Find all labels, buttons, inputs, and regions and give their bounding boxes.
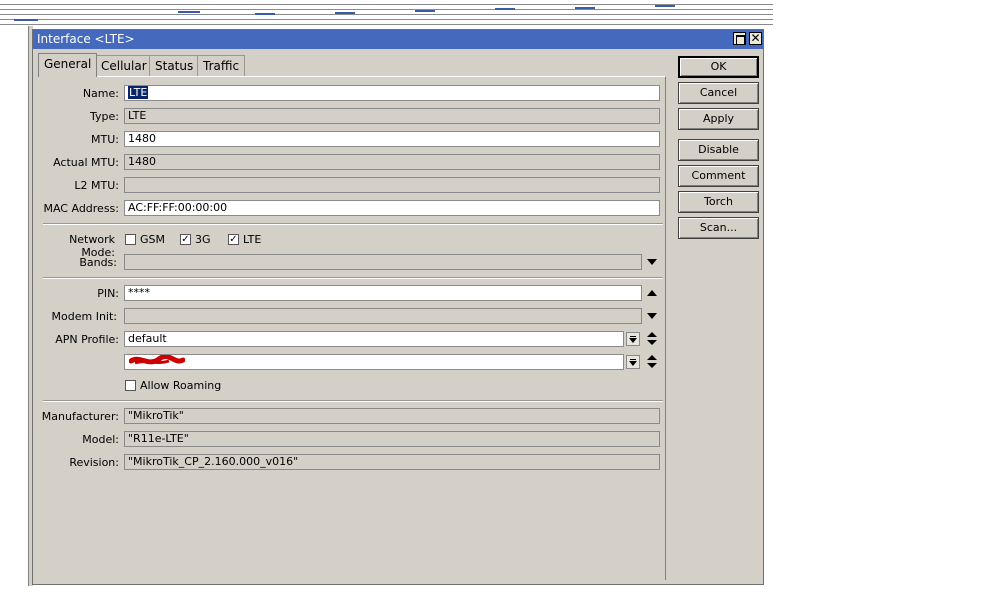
bands-expand-icon[interactable] (647, 259, 657, 265)
actual-mtu-label: Actual MTU: (53, 156, 119, 169)
redaction-scribble (129, 355, 185, 365)
mtu-input[interactable]: 1480 (124, 131, 660, 147)
manufacturer-field: "MikroTik" (124, 408, 660, 424)
torch-button[interactable]: Torch (678, 191, 759, 213)
tab-general[interactable]: General (38, 53, 98, 77)
separator (43, 400, 663, 402)
l2-mtu-label: L2 MTU: (74, 179, 119, 192)
lte-checkbox[interactable]: ✓ (228, 234, 239, 245)
allow-roaming-checkbox[interactable] (125, 380, 136, 391)
type-label: Type: (90, 110, 119, 123)
pin-label: PIN: (97, 287, 119, 300)
model-field: "R11e-LTE" (124, 431, 660, 447)
tab-status[interactable]: Status (149, 55, 200, 76)
mac-address-input[interactable]: AC:FF:FF:00:00:00 (124, 200, 660, 216)
cancel-button[interactable]: Cancel (678, 82, 759, 104)
comment-button[interactable]: Comment (678, 165, 759, 187)
general-tab-panel (38, 76, 666, 580)
disable-button[interactable]: Disable (678, 139, 759, 161)
type-field: LTE (124, 108, 660, 124)
pin-input[interactable]: **** (124, 285, 642, 301)
window-title: Interface <LTE> (37, 32, 135, 46)
dropdown-arrow-icon (629, 361, 637, 366)
dropdown-arrow-icon (629, 338, 637, 343)
manufacturer-label: Manufacturer: (41, 410, 119, 423)
title-bar[interactable]: Interface <LTE> ✕ (33, 30, 763, 49)
gsm-label: GSM (140, 233, 165, 246)
apply-button[interactable]: Apply (678, 108, 759, 130)
apn-profile-dropdown-button[interactable] (626, 332, 640, 346)
modem-init-label: Modem Init: (51, 310, 117, 323)
modem-init-field[interactable] (124, 308, 642, 324)
gsm-checkbox[interactable] (125, 234, 136, 245)
scan-button[interactable]: Scan... (678, 217, 759, 239)
bands-label: Bands: (79, 256, 117, 269)
name-input[interactable]: LTE (124, 85, 660, 101)
ok-button[interactable]: OK (678, 56, 759, 78)
tab-cellular[interactable]: Cellular (95, 55, 153, 76)
model-label: Model: (82, 433, 119, 446)
background-window-fragment (0, 0, 773, 26)
apn-profile-2-add-remove-icon[interactable] (647, 354, 657, 370)
3g-label: 3G (195, 233, 211, 246)
mac-address-label: MAC Address: (43, 202, 119, 215)
modem-init-expand-icon[interactable] (647, 313, 657, 319)
3g-checkbox[interactable]: ✓ (180, 234, 191, 245)
revision-label: Revision: (69, 456, 119, 469)
l2-mtu-field (124, 177, 660, 193)
apn-profile-2-dropdown-button[interactable] (626, 355, 640, 369)
name-value: LTE (128, 86, 149, 99)
separator (43, 277, 663, 279)
allow-roaming-label: Allow Roaming (140, 379, 222, 392)
pin-collapse-icon[interactable] (647, 290, 657, 296)
maximize-icon (736, 35, 745, 45)
actual-mtu-field: 1480 (124, 154, 660, 170)
separator (43, 223, 663, 225)
apn-profile-select[interactable]: default (124, 331, 624, 347)
close-icon: ✕ (750, 31, 761, 45)
mtu-label: MTU: (91, 133, 119, 146)
apn-profile-2-select[interactable] (124, 354, 624, 370)
close-button[interactable]: ✕ (749, 32, 762, 45)
revision-field: "MikroTik_CP_2.160.000_v016" (124, 454, 660, 470)
apn-profile-label: APN Profile: (55, 333, 119, 346)
interface-dialog: Interface <LTE> ✕ General Cellular Statu… (32, 29, 764, 585)
apn-profile-add-remove-icon[interactable] (647, 331, 657, 347)
tab-traffic[interactable]: Traffic (197, 55, 246, 76)
name-label: Name: (82, 87, 119, 100)
lte-label: LTE (243, 233, 262, 246)
bands-field[interactable] (124, 254, 642, 270)
maximize-button[interactable] (733, 32, 746, 45)
